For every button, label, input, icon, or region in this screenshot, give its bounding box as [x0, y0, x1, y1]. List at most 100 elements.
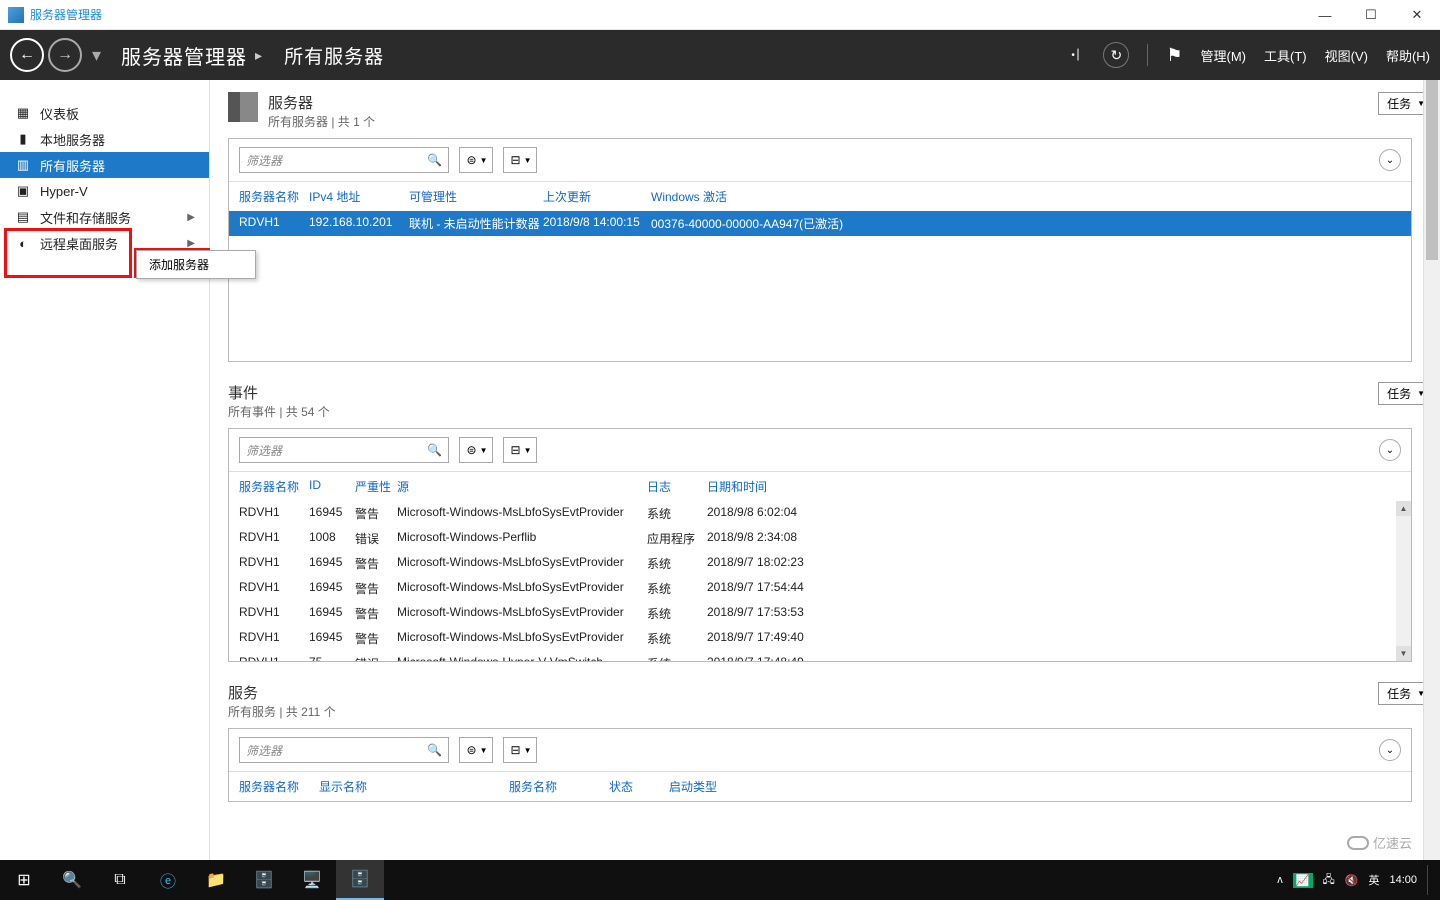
task-view-button[interactable]: ⧉ [96, 860, 144, 900]
tray-sound-icon[interactable]: 🔇 [1345, 874, 1359, 887]
event-row[interactable]: RDVH116945警告Microsoft-Windows-MsLbfoSysE… [229, 576, 1411, 601]
window-title: 服务器管理器 [30, 6, 102, 23]
rds-icon: ◐ [14, 236, 32, 250]
services-filter-input[interactable]: 筛选器 🔍 [239, 737, 449, 763]
sep-icon [1147, 44, 1148, 66]
event-row[interactable]: RDVH175错误Microsoft-Windows-Hyper-V-VmSwi… [229, 651, 1411, 661]
breadcrumb-current: 所有服务器 [284, 42, 384, 69]
services-table-header: 服务器名称 显示名称 服务名称 状态 启动类型 [229, 771, 1411, 801]
maximize-button[interactable]: ☐ [1348, 0, 1394, 30]
sidebar-item-dashboard[interactable]: ▦ 仪表板 [0, 100, 209, 126]
col-ip[interactable]: IPv4 地址 [309, 188, 409, 205]
services-save-query[interactable]: ⊟▼ [503, 737, 537, 763]
sidebar-item-file-storage[interactable]: ▤ 文件和存储服务 ▶ [0, 204, 209, 230]
storage-icon: ▤ [14, 210, 32, 224]
servers-icon: ▥ [14, 158, 32, 172]
services-subtitle: 所有服务 | 共 211 个 [228, 703, 336, 720]
event-row[interactable]: RDVH116945警告Microsoft-Windows-MsLbfoSysE… [229, 501, 1411, 526]
main-scrollbar[interactable] [1423, 80, 1440, 860]
services-title: 服务 [228, 682, 336, 703]
col-start-type[interactable]: 启动类型 [669, 778, 749, 795]
rd-icon[interactable]: 🖥️ [288, 860, 336, 900]
menu-add-server[interactable]: 添加服务器 [137, 251, 255, 278]
servers-subtitle: 所有服务器 | 共 1 个 [268, 113, 375, 130]
explorer-icon[interactable]: 📁 [192, 860, 240, 900]
services-view-options[interactable]: ⊜▼ [459, 737, 493, 763]
event-row[interactable]: RDVH11008错误Microsoft-Windows-Perflib应用程序… [229, 526, 1411, 551]
sidebar-item-hyperv[interactable]: ▣ Hyper-V [0, 178, 209, 204]
events-view-options[interactable]: ⊜▼ [459, 437, 493, 463]
sidebar-item-local-server[interactable]: ▮ 本地服务器 [0, 126, 209, 152]
close-button[interactable]: ✕ [1394, 0, 1440, 30]
col-service-name[interactable]: 服务名称 [509, 778, 609, 795]
search-icon[interactable]: 🔍 [427, 443, 442, 457]
start-button[interactable]: ⊞ [0, 860, 48, 900]
events-expand-button[interactable]: ⌄ [1379, 439, 1401, 461]
event-row[interactable]: RDVH116945警告Microsoft-Windows-MsLbfoSysE… [229, 626, 1411, 651]
servers-filter-input[interactable]: 筛选器 🔍 [239, 147, 449, 173]
search-icon[interactable]: 🔍 [427, 153, 442, 167]
refresh-icon[interactable]: ↻ [1103, 42, 1129, 68]
dropdown-caret-icon[interactable]: • ▏ [1071, 50, 1085, 61]
servers-title: 服务器 [268, 92, 375, 113]
services-expand-button[interactable]: ⌄ [1379, 739, 1401, 761]
menu-tools[interactable]: 工具(T) [1264, 46, 1307, 65]
tray-clock[interactable]: 14:00 [1389, 874, 1417, 886]
services-panel: 筛选器 🔍 ⊜▼ ⊟▼ ⌄ 服务器名称 显示名称 服务名称 状态 启动类型 [228, 728, 1412, 802]
servers-save-query[interactable]: ⊟▼ [503, 147, 537, 173]
tray-ime[interactable]: 英 [1368, 872, 1379, 888]
services-section-head: 服务 所有服务 | 共 211 个 任务 [228, 682, 1434, 724]
breadcrumb-sep: ▸ [255, 47, 262, 64]
show-desktop[interactable] [1427, 865, 1430, 895]
col-activation[interactable]: Windows 激活 [651, 188, 951, 205]
col-display-name[interactable]: 显示名称 [319, 778, 509, 795]
col-last-update[interactable]: 上次更新 [543, 188, 651, 205]
app-icon [8, 7, 24, 23]
sidebar-label: 远程桌面服务 [40, 234, 118, 253]
notifications-flag-icon[interactable]: ⚑ [1166, 45, 1182, 66]
col-server-name[interactable]: 服务器名称 [239, 478, 309, 495]
col-state[interactable]: 状态 [609, 778, 669, 795]
col-manageability[interactable]: 可管理性 [409, 188, 543, 205]
events-scrollbar[interactable]: ▲▼ [1396, 501, 1411, 661]
menu-help[interactable]: 帮助(H) [1386, 46, 1430, 65]
menu-manage[interactable]: 管理(M) [1201, 46, 1247, 65]
col-source[interactable]: 源 [397, 478, 647, 495]
forward-button[interactable]: → [48, 38, 82, 72]
servers-expand-button[interactable]: ⌄ [1379, 149, 1401, 171]
tray-up-icon[interactable]: ʌ [1277, 874, 1283, 886]
col-id[interactable]: ID [309, 478, 355, 495]
col-log[interactable]: 日志 [647, 478, 707, 495]
servers-panel: 筛选器 🔍 ⊜▼ ⊟▼ ⌄ 服务器名称 IPv4 地址 可管理性 上次更新 Wi… [228, 138, 1412, 362]
event-row[interactable]: RDVH116945警告Microsoft-Windows-MsLbfoSysE… [229, 601, 1411, 626]
events-table-header: 服务器名称 ID 严重性 源 日志 日期和时间 [229, 471, 1411, 501]
minimize-button[interactable]: — [1302, 0, 1348, 30]
search-icon[interactable]: 🔍 [427, 743, 442, 757]
sidebar-label: 所有服务器 [40, 156, 105, 175]
main-content: 服务器 所有服务器 | 共 1 个 任务 筛选器 🔍 ⊜▼ ⊟▼ ⌄ 服务器名称… [210, 80, 1440, 860]
col-server-name[interactable]: 服务器名称 [239, 188, 309, 205]
back-button[interactable]: ← [10, 38, 44, 72]
server-manager-icon[interactable]: 🗄️ [240, 860, 288, 900]
sidebar: ▦ 仪表板 ▮ 本地服务器 ▥ 所有服务器 ▣ Hyper-V ▤ 文件和存储服… [0, 80, 210, 860]
col-severity[interactable]: 严重性 [355, 478, 397, 495]
sidebar-item-all-servers[interactable]: ▥ 所有服务器 [0, 152, 209, 178]
header-bar: ← → ▾ 服务器管理器 ▸ 所有服务器 • ▏ ↻ ⚑ 管理(M) 工具(T)… [0, 30, 1440, 80]
breadcrumb-root[interactable]: 服务器管理器 [121, 41, 247, 70]
ie-icon[interactable]: ⓔ [144, 860, 192, 900]
events-filter-input[interactable]: 筛选器 🔍 [239, 437, 449, 463]
events-save-query[interactable]: ⊟▼ [503, 437, 537, 463]
event-row[interactable]: RDVH116945警告Microsoft-Windows-MsLbfoSysE… [229, 551, 1411, 576]
hyperv-icon: ▣ [14, 184, 32, 198]
menu-view[interactable]: 视图(V) [1325, 46, 1368, 65]
servers-view-options[interactable]: ⊜▼ [459, 147, 493, 173]
search-button[interactable]: 🔍 [48, 860, 96, 900]
tray-network-icon[interactable]: 🖧 [1323, 871, 1335, 890]
system-tray: ʌ 📈 🖧 🔇 英 14:00 [1277, 865, 1440, 895]
sidebar-label: 仪表板 [40, 104, 79, 123]
col-datetime[interactable]: 日期和时间 [707, 478, 857, 495]
col-server-name[interactable]: 服务器名称 [239, 778, 319, 795]
server-row[interactable]: RDVH1 192.168.10.201 联机 - 未启动性能计数器 2018/… [229, 211, 1411, 236]
server-manager-task[interactable]: 🗄️ [336, 860, 384, 900]
tray-perf-icon[interactable]: 📈 [1293, 873, 1313, 888]
